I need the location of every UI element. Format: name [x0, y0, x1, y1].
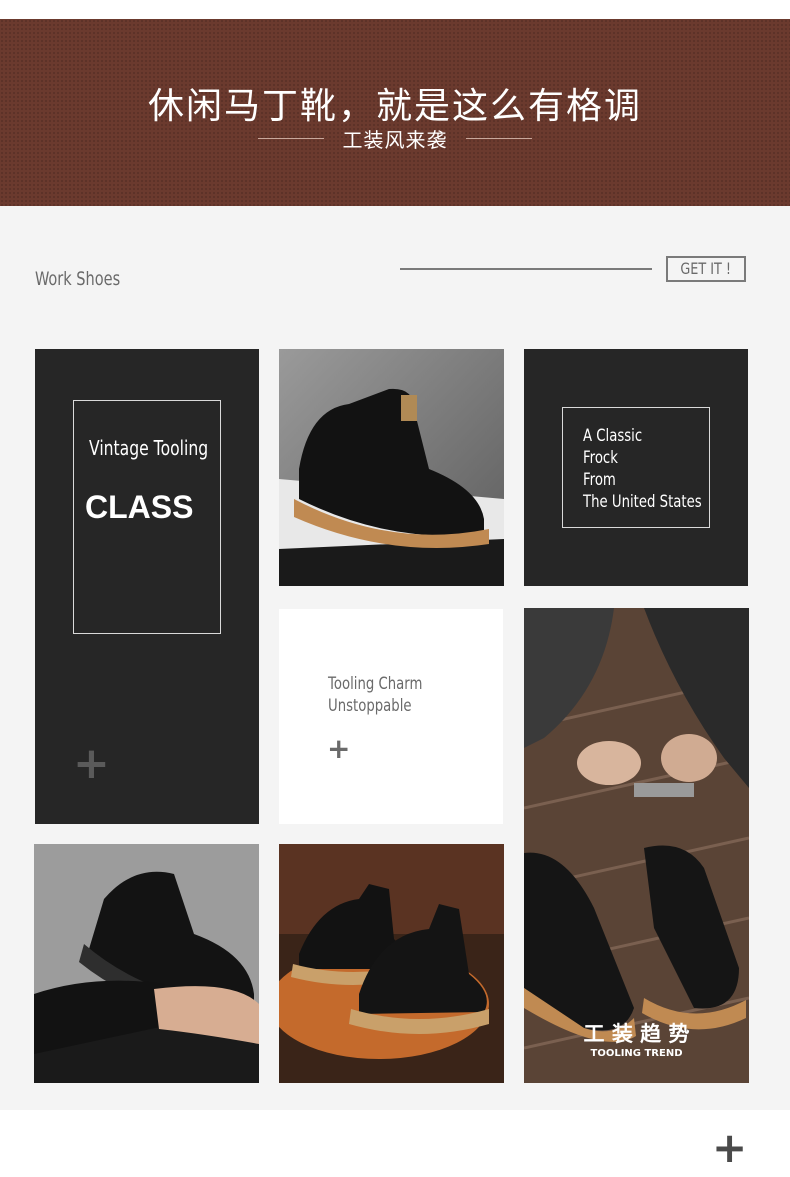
- shoe-photo-2: [34, 844, 259, 1083]
- header-banner: 休闲马丁靴，就是这么有格调 工装风来袭: [0, 19, 790, 206]
- shoe-photo-3: [279, 844, 504, 1083]
- tile-line: From: [583, 470, 616, 490]
- banner-divider-right: [466, 138, 532, 139]
- trend-subtitle: TOOLING TREND: [590, 1048, 683, 1059]
- tile-classic-frock[interactable]: A Classic Frock From The United States: [524, 349, 748, 586]
- lifestyle-photo: 工 装 趋 势 TOOLING TREND: [524, 608, 749, 1083]
- tile-text-block: A Classic Frock From The United States: [583, 425, 735, 513]
- tile-line: A Classic: [583, 426, 643, 446]
- tile-line: Frock: [583, 448, 618, 468]
- get-it-button[interactable]: GET IT !: [666, 256, 746, 282]
- tile-vintage-class[interactable]: Vintage Tooling CLASS +: [35, 349, 259, 824]
- tile-heading: Vintage Tooling: [89, 436, 209, 460]
- banner-subtitle: 工装风来袭: [342, 128, 448, 152]
- tile-class-text: CLASS: [85, 489, 194, 525]
- banner-title: 休闲马丁靴，就是这么有格调: [147, 86, 642, 127]
- section-divider: [400, 268, 652, 270]
- shoe-photo-1: [279, 349, 504, 586]
- tile-line: The United States: [583, 492, 702, 512]
- tile-line: Tooling Charm: [328, 674, 423, 694]
- tile-text-block: Tooling Charm Unstoppable: [328, 673, 449, 717]
- trend-title: 工 装 趋 势: [583, 1022, 690, 1046]
- tile-tooling-charm[interactable]: Tooling Charm Unstoppable +: [279, 609, 503, 824]
- tile-line: Unstoppable: [328, 696, 412, 716]
- get-it-label: GET IT !: [680, 259, 732, 278]
- plus-icon[interactable]: +: [327, 735, 350, 763]
- section-label: Work Shoes: [35, 268, 121, 290]
- footer-plus-icon[interactable]: +: [712, 1127, 747, 1169]
- plus-icon[interactable]: +: [73, 742, 110, 786]
